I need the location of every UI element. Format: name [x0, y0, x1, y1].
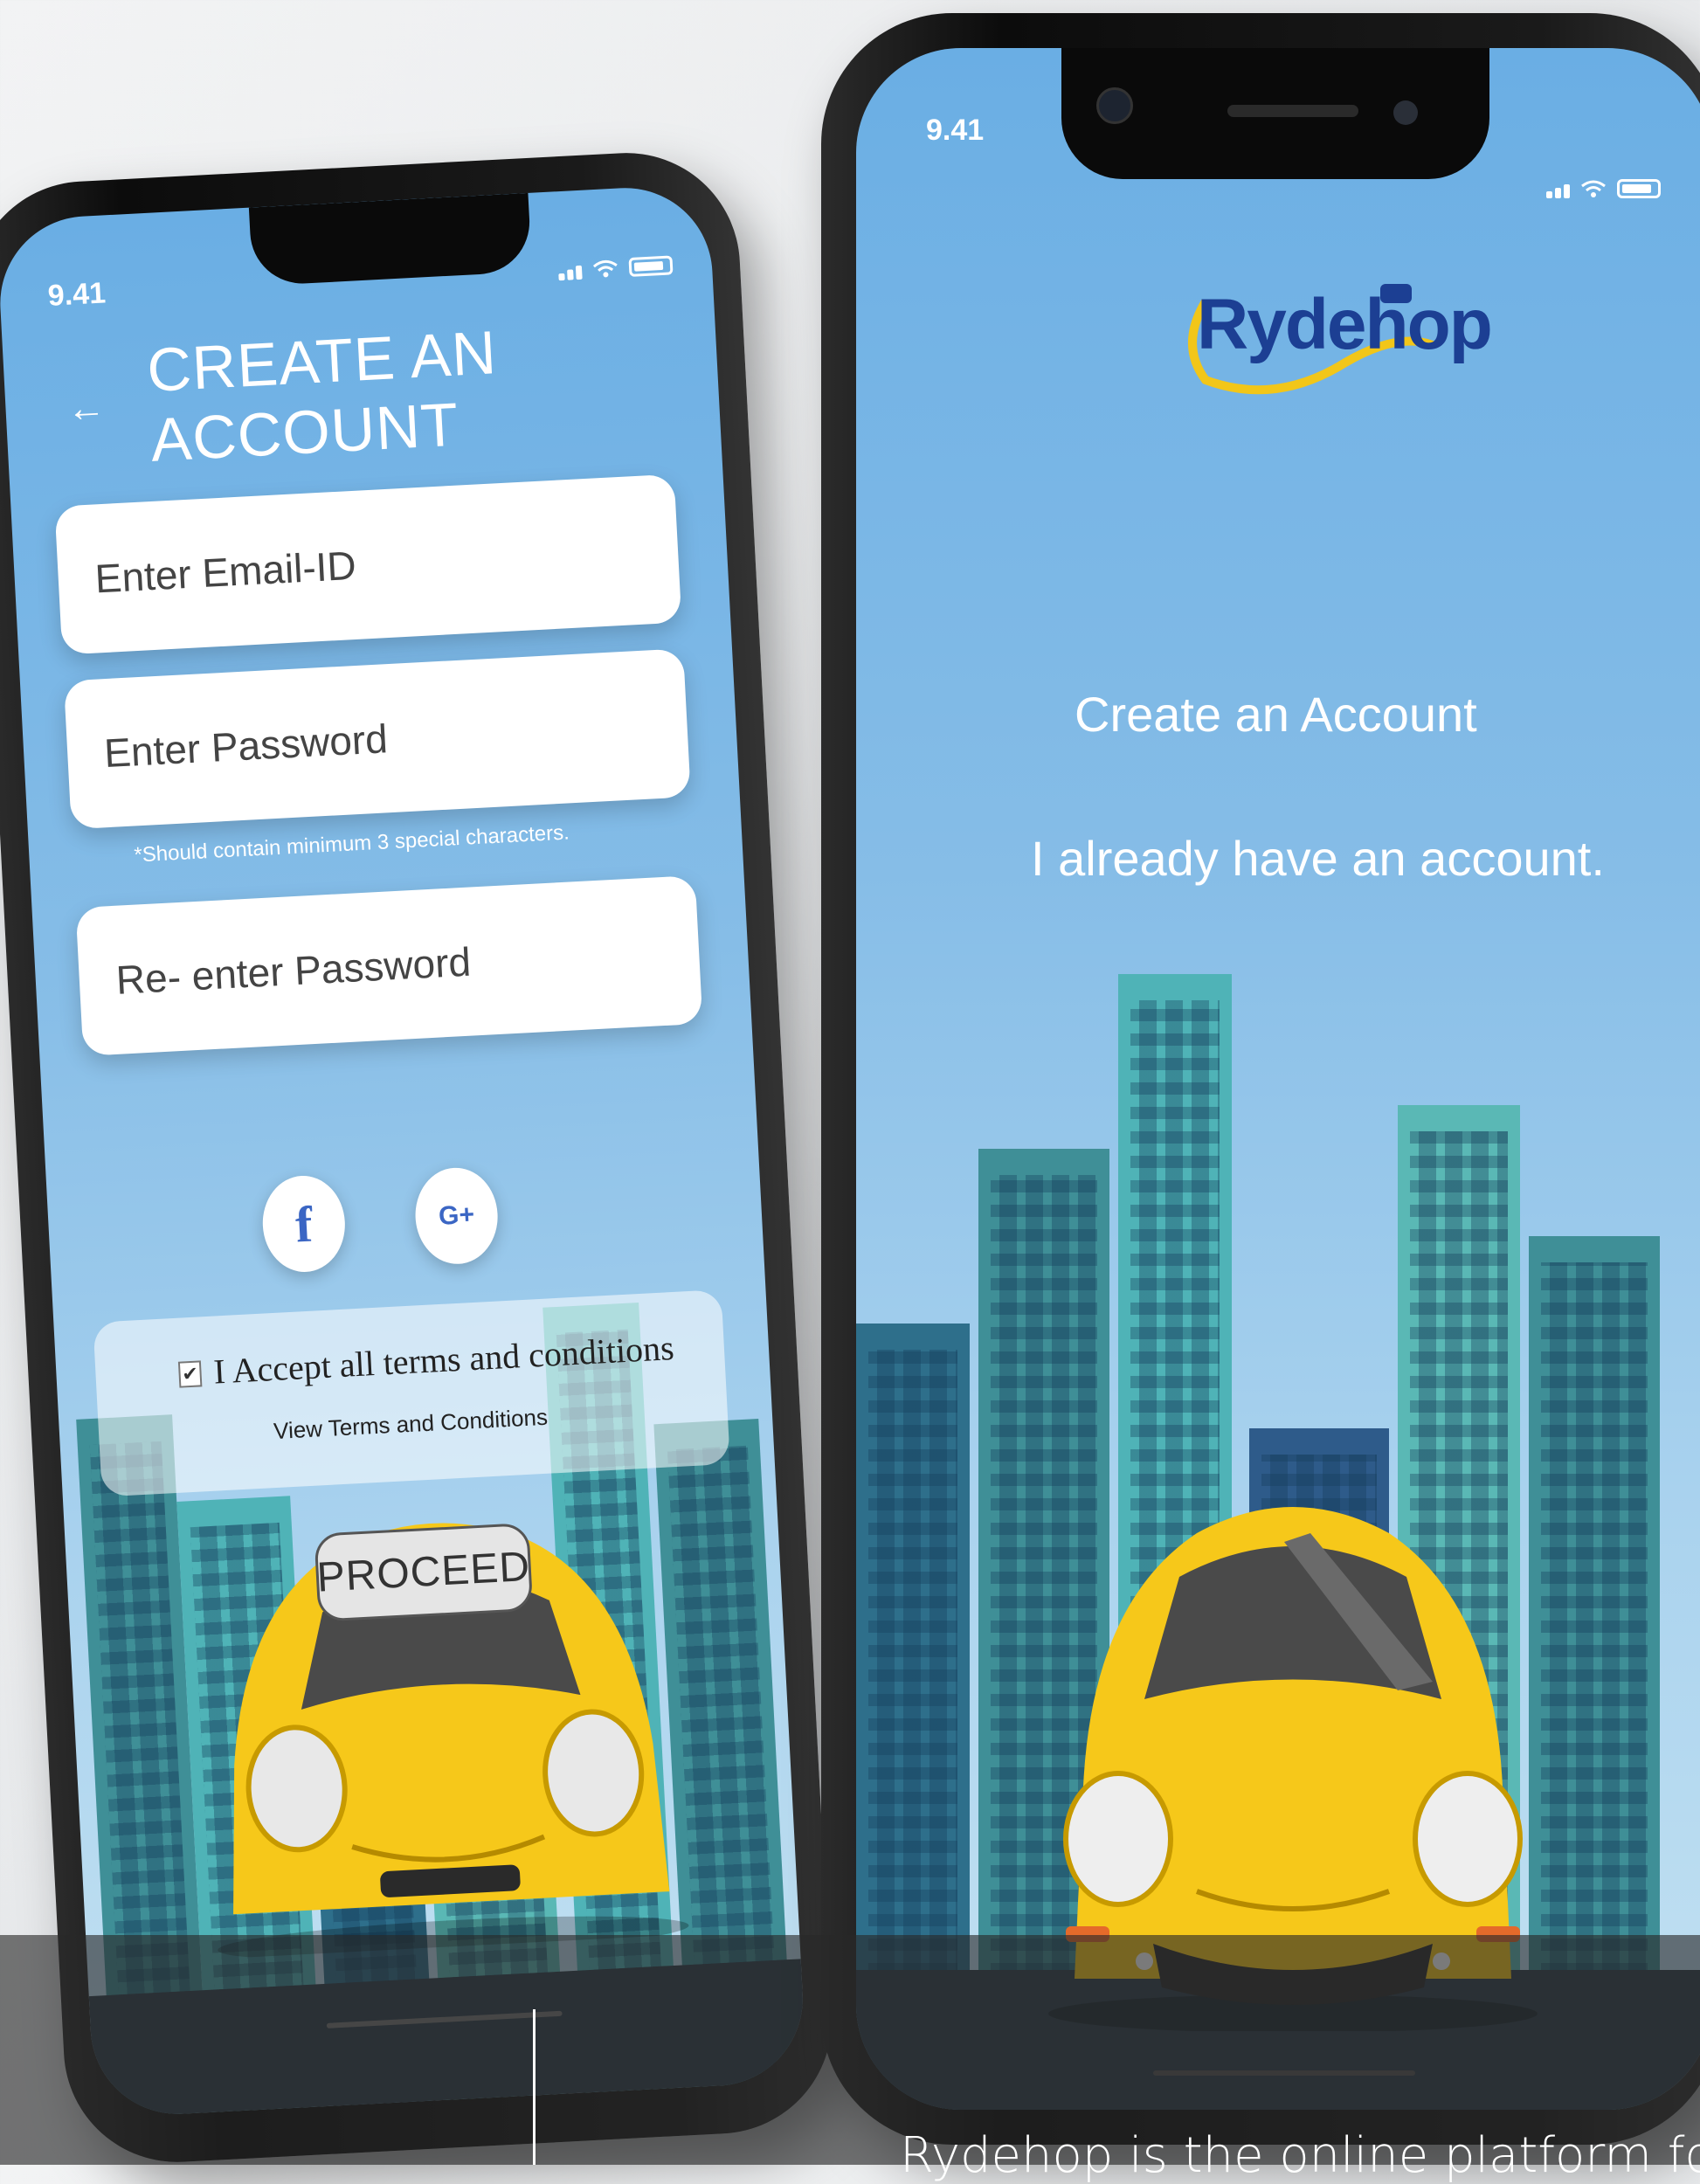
- divider-line: [533, 2009, 536, 2165]
- phone-left: 9.41 ← CREATE AN ACCOUNT Enter Email-ID …: [0, 147, 838, 2168]
- accept-terms-label: I Accept all terms and conditions: [212, 1328, 675, 1392]
- signal-icon: [1546, 184, 1570, 198]
- phone-right: 9.41 Rydehop Create an Account I already…: [821, 13, 1700, 2145]
- speaker-icon: [1227, 105, 1358, 117]
- status-icons: [558, 255, 674, 281]
- proceed-button[interactable]: PROCEED: [314, 1522, 534, 1622]
- email-placeholder: Enter Email-ID: [93, 542, 357, 602]
- google-plus-icon: G+: [438, 1199, 475, 1231]
- status-time: 9.41: [926, 114, 985, 147]
- status-icons: [1546, 179, 1661, 198]
- back-arrow-icon[interactable]: ←: [66, 386, 107, 432]
- reenter-password-placeholder: Re- enter Password: [114, 938, 473, 1003]
- wifi-icon: [592, 259, 618, 278]
- password-hint: *Should contain minimum 3 special charac…: [133, 820, 570, 867]
- accept-terms-checkbox[interactable]: ✔: [177, 1360, 203, 1388]
- login-link[interactable]: I already have an account.: [1031, 830, 1605, 887]
- email-field[interactable]: Enter Email-ID: [54, 473, 682, 655]
- header: ← CREATE AN ACCOUNT: [63, 306, 721, 480]
- signup-screen: 9.41 ← CREATE AN ACCOUNT Enter Email-ID …: [0, 183, 807, 2118]
- wifi-icon: [1581, 180, 1606, 197]
- notch: [248, 192, 533, 287]
- battery-icon: [628, 255, 674, 277]
- facebook-icon: f: [294, 1195, 314, 1253]
- mockup-stage: 9.41 ← CREATE AN ACCOUNT Enter Email-ID …: [0, 0, 1700, 2184]
- battery-icon: [1617, 179, 1661, 198]
- caption-text: Rydehop is the online platform for: [900, 2127, 1700, 2184]
- camera-icon: [1096, 87, 1133, 124]
- welcome-screen: 9.41 Rydehop Create an Account I already…: [856, 48, 1700, 2110]
- notch: [1061, 48, 1489, 179]
- logo-text: Rydehop: [1197, 285, 1493, 364]
- terms-panel: ✔ I Accept all terms and conditions View…: [93, 1289, 730, 1497]
- page-title: CREATE AN ACCOUNT: [145, 318, 499, 474]
- create-account-button[interactable]: Create an Account: [1075, 686, 1477, 743]
- sensor-icon: [1393, 100, 1418, 125]
- password-placeholder: Enter Password: [102, 715, 389, 777]
- rydehop-logo: Rydehop: [1171, 249, 1493, 406]
- status-time: 9.41: [46, 276, 107, 313]
- reenter-password-field[interactable]: Re- enter Password: [75, 874, 703, 1056]
- view-terms-link[interactable]: View Terms and Conditions: [273, 1404, 548, 1445]
- signal-icon: [558, 265, 583, 281]
- password-field[interactable]: Enter Password: [63, 648, 691, 830]
